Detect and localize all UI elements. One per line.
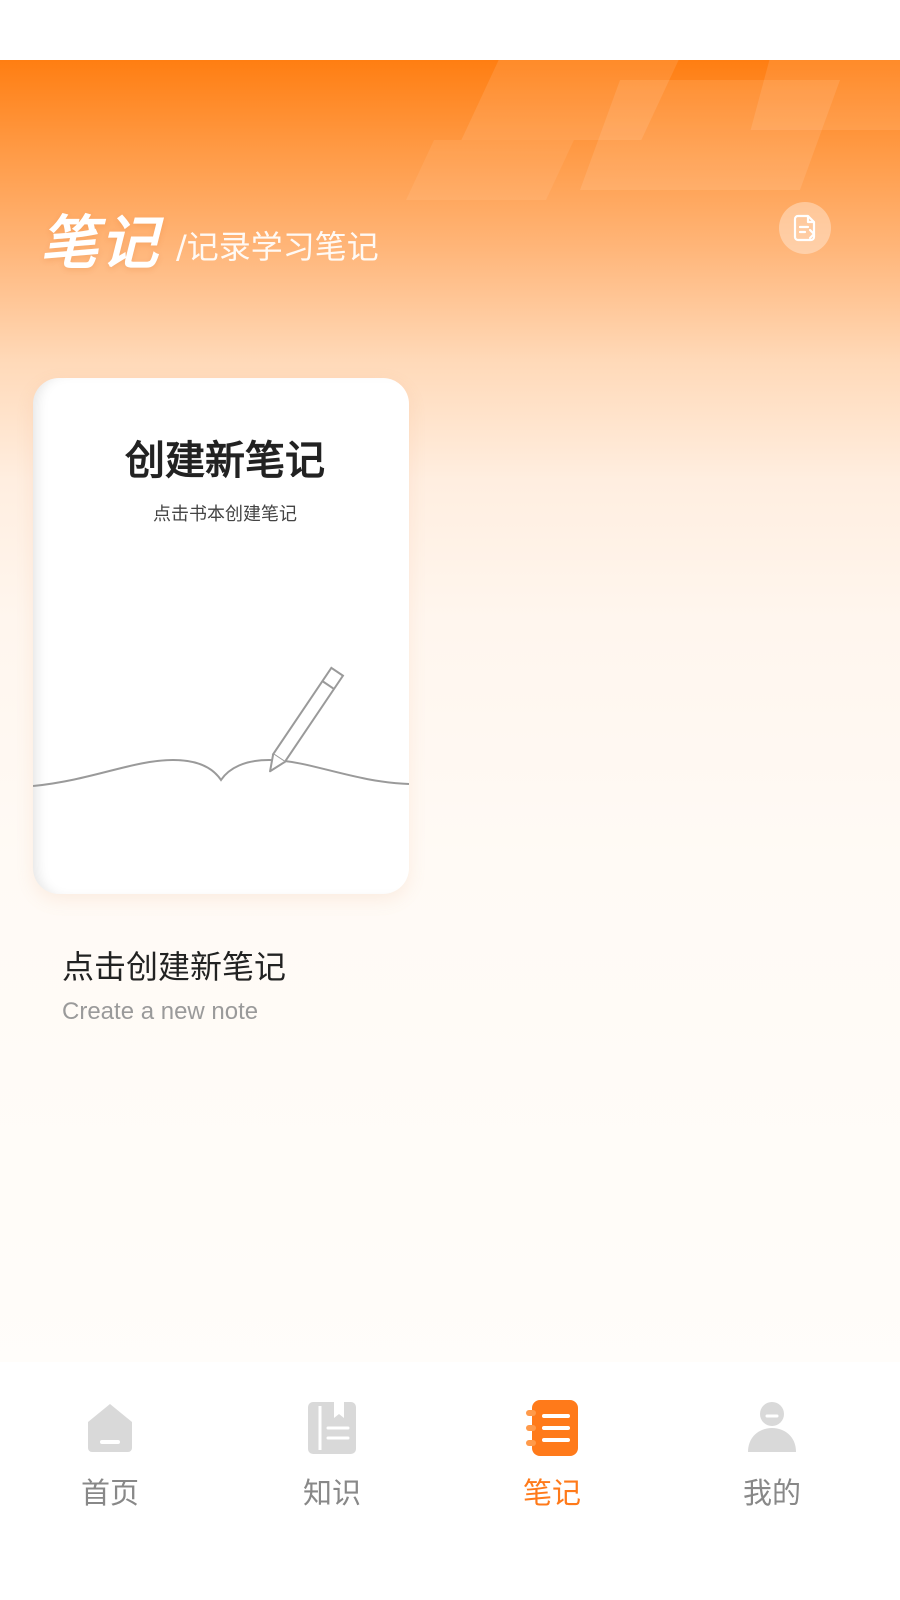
tab-label: 首页 — [80, 1476, 139, 1510]
header-decoration — [406, 140, 574, 200]
card-subtitle: 点击书本创建笔记 — [153, 504, 297, 525]
book-icon — [308, 1402, 356, 1454]
header-decoration — [750, 60, 900, 130]
tab-home[interactable]: 首页 — [40, 1398, 180, 1528]
create-note-subtitle: Create a new note — [62, 998, 259, 1025]
tab-label: 知识 — [302, 1476, 361, 1510]
pencil-book-icon — [33, 666, 409, 787]
page-subtitle: /记录学习笔记 — [176, 228, 379, 266]
tab-label: 笔记 — [522, 1476, 581, 1510]
note-export-button[interactable] — [779, 202, 831, 254]
card-title: 创建新笔记 — [125, 437, 325, 484]
status-bar — [0, 0, 900, 60]
tab-notes[interactable]: 笔记 — [482, 1398, 622, 1528]
home-icon — [88, 1404, 132, 1452]
page-title: 笔记 — [40, 209, 161, 277]
user-icon — [748, 1402, 796, 1452]
tab-label: 我的 — [742, 1476, 801, 1510]
tab-knowledge[interactable]: 知识 — [262, 1398, 402, 1528]
notebook-icon — [526, 1400, 578, 1456]
create-note-title[interactable]: 点击创建新笔记 — [62, 942, 286, 988]
tab-profile[interactable]: 我的 — [702, 1398, 842, 1528]
note-export-icon — [793, 214, 816, 242]
